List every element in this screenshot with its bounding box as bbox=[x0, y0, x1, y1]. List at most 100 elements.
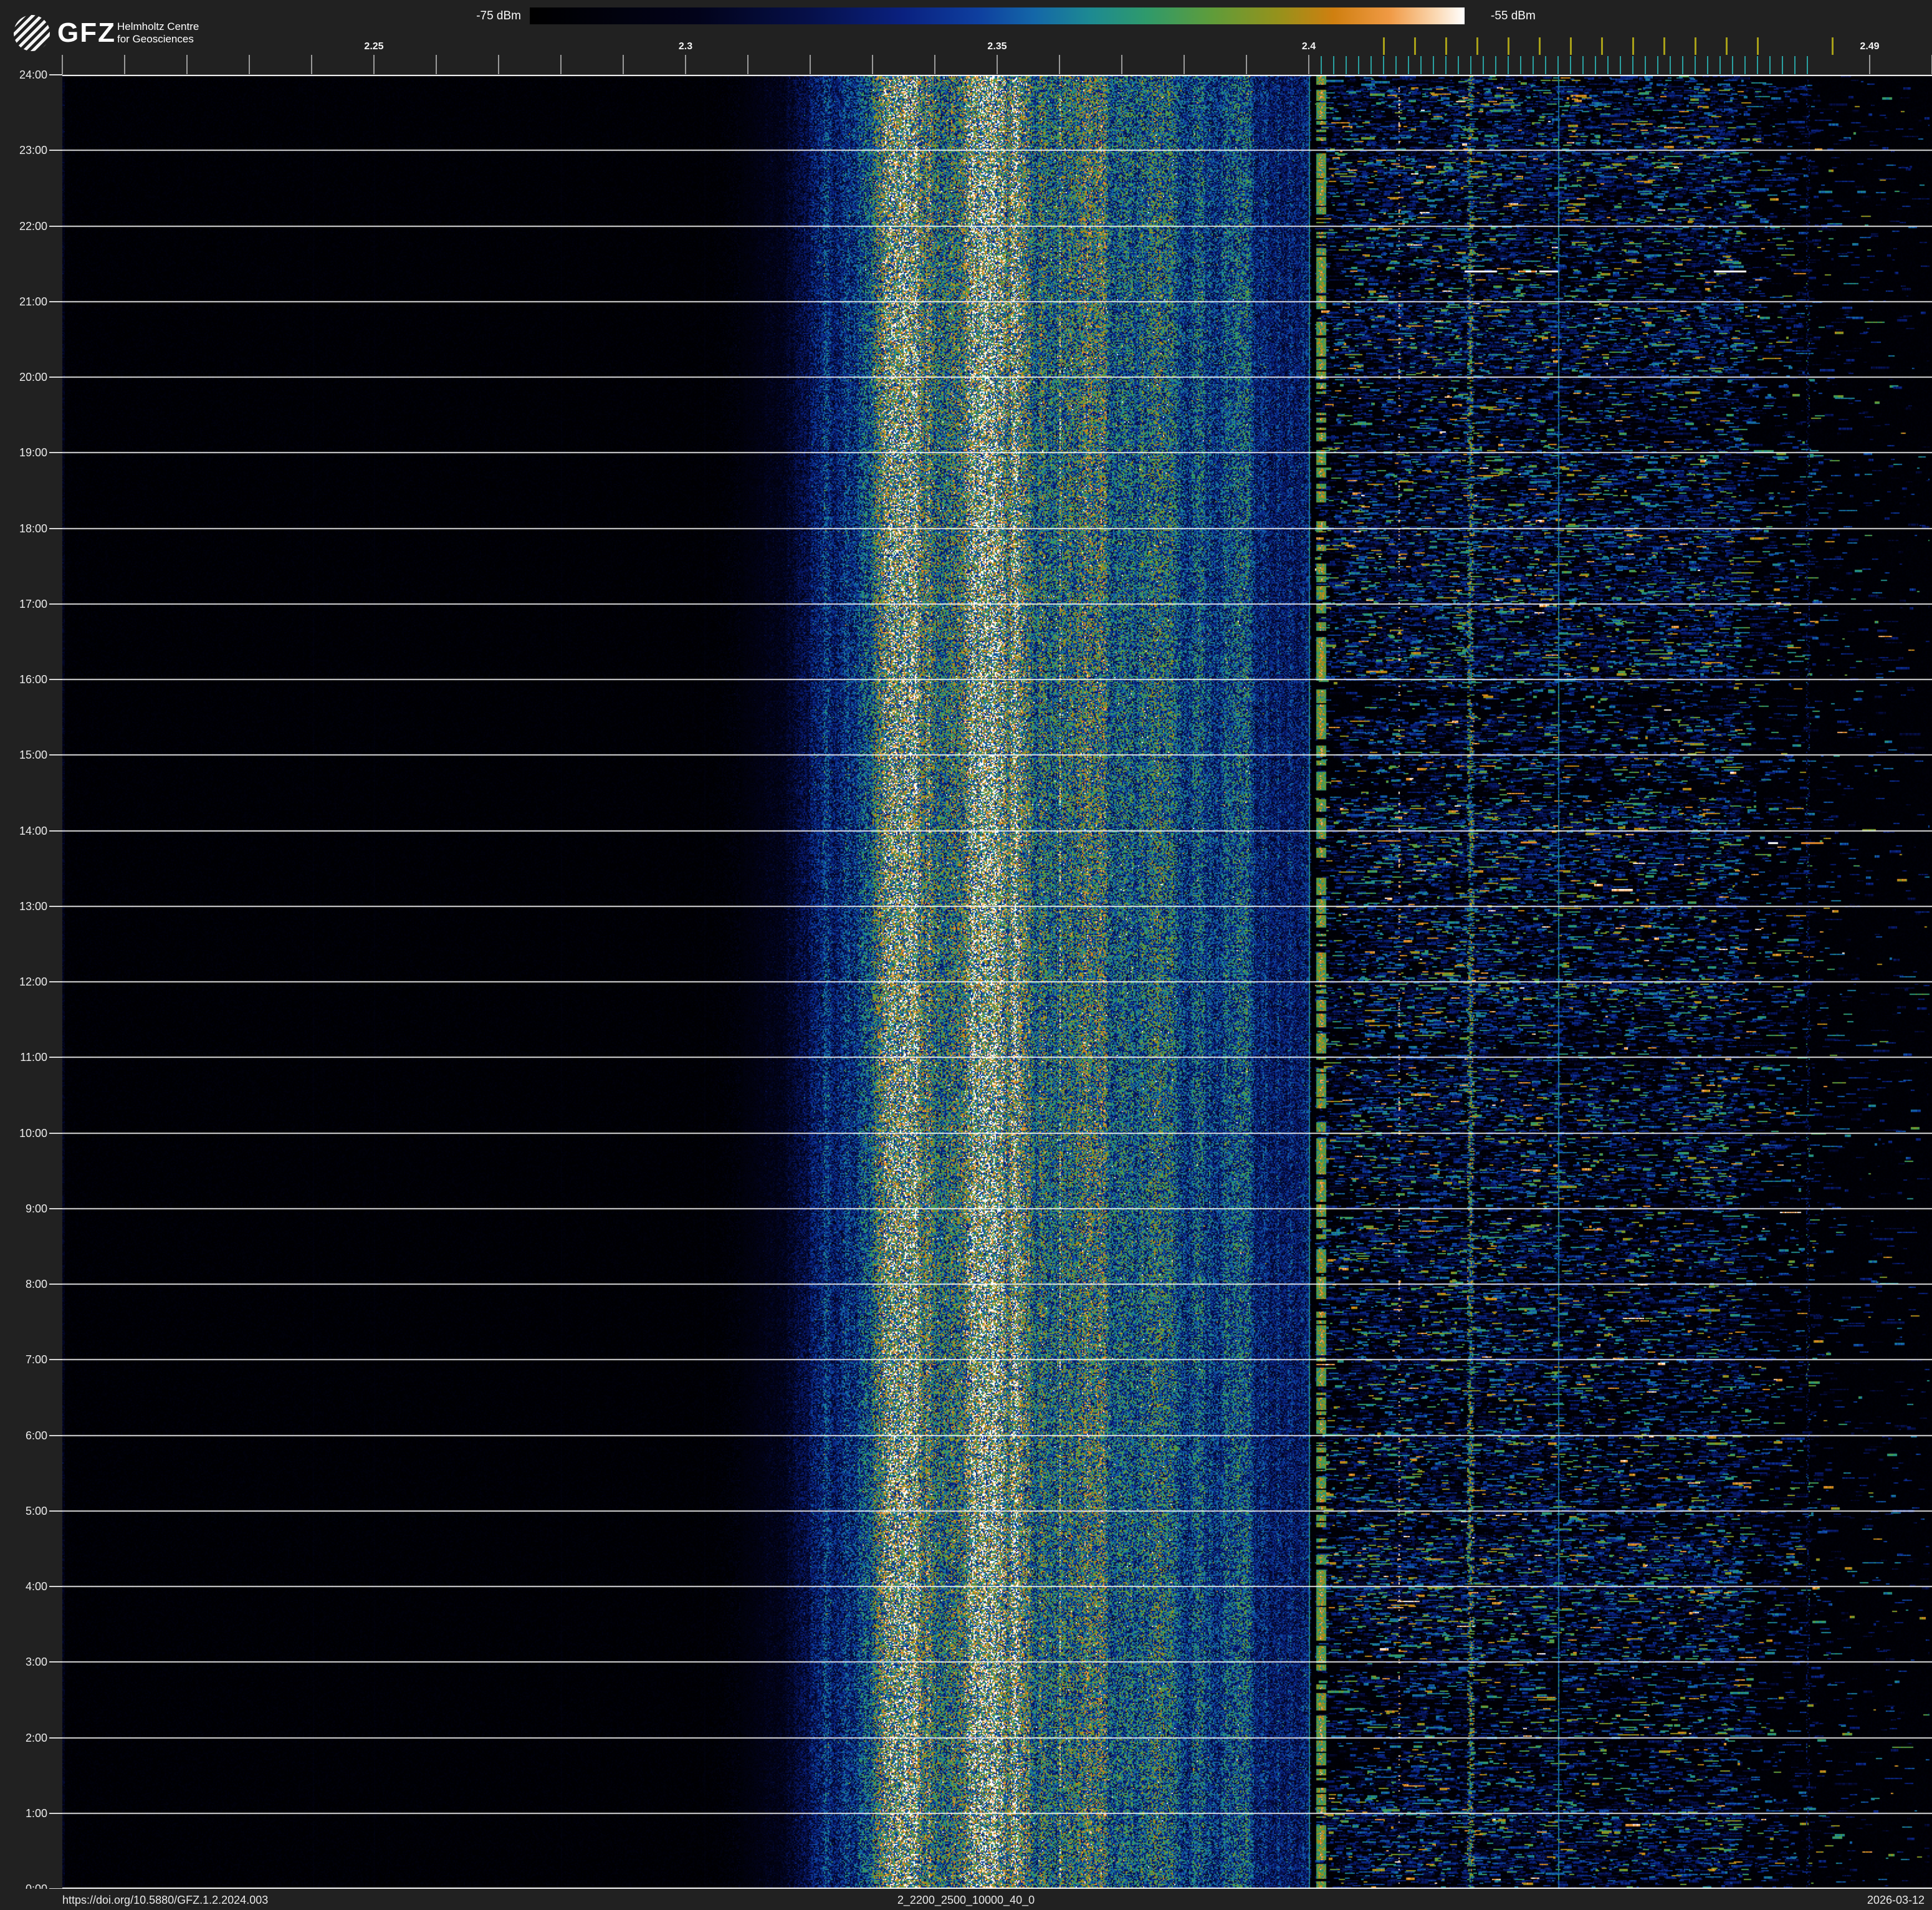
wifi-channel-tick bbox=[1601, 37, 1603, 55]
wifi-channel-tick bbox=[1383, 37, 1385, 55]
frequency-major-tick bbox=[685, 55, 686, 74]
time-axis-tick bbox=[49, 1284, 62, 1285]
wifi-channel-tick bbox=[1757, 37, 1759, 55]
logo-org-line1: Helmholtz Centre bbox=[117, 21, 199, 32]
bluetooth-channel-tick bbox=[1383, 56, 1384, 74]
time-axis-label: 7:00 bbox=[0, 1352, 47, 1367]
bluetooth-channel-tick bbox=[1707, 56, 1708, 74]
bluetooth-channel-tick bbox=[1370, 56, 1372, 74]
frequency-major-tick bbox=[1246, 55, 1247, 74]
time-axis-tick bbox=[49, 603, 62, 605]
bluetooth-channel-tick bbox=[1657, 56, 1658, 74]
frequency-major-tick bbox=[810, 55, 811, 74]
time-axis-tick bbox=[49, 1510, 62, 1512]
time-axis-label: 1:00 bbox=[0, 1806, 47, 1821]
bluetooth-channel-tick bbox=[1744, 56, 1746, 74]
time-axis-tick bbox=[49, 679, 62, 680]
time-axis-label: 9:00 bbox=[0, 1201, 47, 1216]
time-axis-tick bbox=[49, 452, 62, 453]
frequency-major-tick bbox=[1869, 55, 1870, 74]
time-axis-tick bbox=[49, 1359, 62, 1360]
bluetooth-channel-tick bbox=[1445, 56, 1447, 74]
bluetooth-channel-tick bbox=[1670, 56, 1671, 74]
frequency-axis-label: 2.3 bbox=[661, 41, 710, 52]
bluetooth-channel-tick bbox=[1582, 56, 1584, 74]
bluetooth-channel-tick bbox=[1346, 56, 1347, 74]
bluetooth-channel-tick bbox=[1570, 56, 1571, 74]
time-axis-label: 24:00 bbox=[0, 67, 47, 82]
time-axis-tick bbox=[49, 906, 62, 907]
bluetooth-channel-tick bbox=[1408, 56, 1409, 74]
wifi-channel-tick bbox=[1476, 37, 1478, 55]
time-axis-label: 19:00 bbox=[0, 445, 47, 460]
frequency-major-tick bbox=[997, 55, 998, 74]
spectrogram-canvas bbox=[62, 75, 1932, 1889]
bluetooth-channel-tick bbox=[1595, 56, 1596, 74]
frequency-major-tick bbox=[1308, 55, 1309, 74]
frequency-major-tick bbox=[436, 55, 437, 74]
wifi-channel-tick bbox=[1570, 37, 1572, 55]
bluetooth-channel-tick bbox=[1682, 56, 1683, 74]
time-axis-label: 6:00 bbox=[0, 1428, 47, 1443]
time-axis-label: 4:00 bbox=[0, 1579, 47, 1594]
bluetooth-channel-tick bbox=[1769, 56, 1771, 74]
frequency-major-tick bbox=[1059, 55, 1060, 74]
frequency-axis-label: 2.49 bbox=[1845, 41, 1895, 52]
wifi-channel-tick bbox=[1663, 37, 1665, 55]
bluetooth-channel-tick bbox=[1321, 56, 1322, 74]
frequency-major-tick bbox=[186, 55, 188, 74]
time-axis-label: 15:00 bbox=[0, 747, 47, 762]
time-axis-tick bbox=[49, 301, 62, 302]
bluetooth-channel-tick bbox=[1333, 56, 1334, 74]
bluetooth-channel-tick bbox=[1545, 56, 1546, 74]
time-axis-label: 22:00 bbox=[0, 219, 47, 234]
bluetooth-channel-tick bbox=[1757, 56, 1758, 74]
bluetooth-channel-tick bbox=[1483, 56, 1484, 74]
bluetooth-channel-tick bbox=[1807, 56, 1808, 74]
time-axis-tick bbox=[49, 1435, 62, 1436]
time-axis-tick bbox=[49, 1133, 62, 1134]
bluetooth-channel-tick bbox=[1782, 56, 1783, 74]
time-axis-label: 20:00 bbox=[0, 370, 47, 385]
time-axis-label: 2:00 bbox=[0, 1730, 47, 1745]
time-axis-label: 16:00 bbox=[0, 672, 47, 687]
bluetooth-channel-tick bbox=[1395, 56, 1397, 74]
time-axis-label: 3:00 bbox=[0, 1654, 47, 1669]
time-axis-tick bbox=[49, 1661, 62, 1663]
wifi-channel-tick bbox=[1832, 37, 1834, 55]
frequency-major-tick bbox=[872, 55, 873, 74]
bluetooth-channel-tick bbox=[1557, 56, 1559, 74]
bluetooth-channel-tick bbox=[1620, 56, 1621, 74]
time-axis-label: 11:00 bbox=[0, 1050, 47, 1065]
frequency-major-tick bbox=[124, 55, 125, 74]
bluetooth-channel-tick bbox=[1732, 56, 1733, 74]
wifi-channel-tick bbox=[1414, 37, 1416, 55]
time-axis-label: 12:00 bbox=[0, 974, 47, 989]
frequency-axis-label: 2.4 bbox=[1284, 41, 1334, 52]
colorbar-min-label: -75 dBm bbox=[434, 9, 521, 23]
colorbar-gradient bbox=[530, 7, 1465, 24]
frequency-major-tick bbox=[498, 55, 499, 74]
date-label: 2026-03-12 bbox=[1795, 1894, 1925, 1907]
bluetooth-channel-tick bbox=[1458, 56, 1459, 74]
bluetooth-channel-tick bbox=[1719, 56, 1721, 74]
bluetooth-channel-tick bbox=[1695, 56, 1696, 74]
time-axis-label: 8:00 bbox=[0, 1277, 47, 1292]
gfz-logo-icon bbox=[14, 15, 50, 51]
frequency-major-tick bbox=[311, 55, 312, 74]
wifi-channel-tick bbox=[1445, 37, 1447, 55]
wifi-channel-tick bbox=[1632, 37, 1634, 55]
wifi-channel-tick bbox=[1508, 37, 1509, 55]
bluetooth-channel-tick bbox=[1645, 56, 1646, 74]
spectrogram-page: GFZ Helmholtz Centre for Geosciences -75… bbox=[0, 0, 1932, 1910]
time-axis-tick bbox=[49, 754, 62, 756]
time-axis-tick bbox=[49, 830, 62, 832]
bluetooth-channel-tick bbox=[1358, 56, 1359, 74]
wifi-channel-tick bbox=[1695, 37, 1696, 55]
wifi-channel-tick bbox=[1539, 37, 1541, 55]
logo-org-line2: for Geosciences bbox=[117, 33, 194, 45]
frequency-major-tick bbox=[934, 55, 935, 74]
bluetooth-channel-tick bbox=[1533, 56, 1534, 74]
time-axis-label: 14:00 bbox=[0, 823, 47, 838]
bluetooth-channel-tick bbox=[1508, 56, 1509, 74]
